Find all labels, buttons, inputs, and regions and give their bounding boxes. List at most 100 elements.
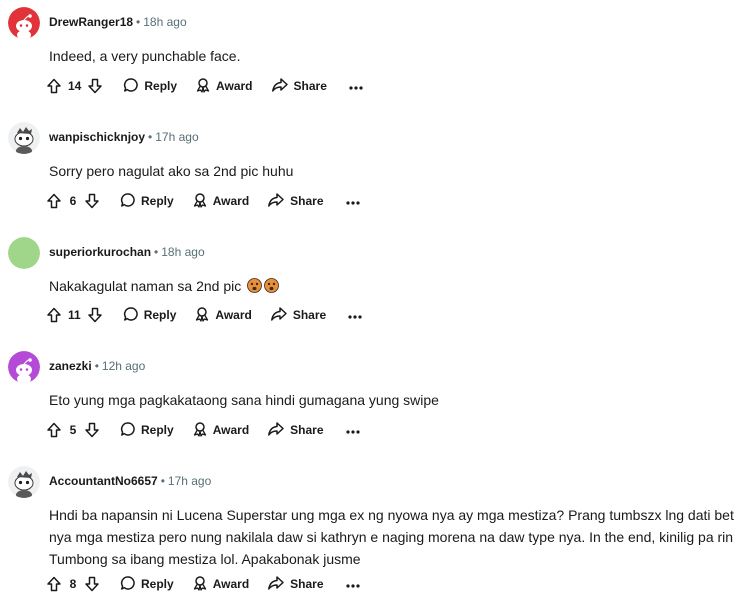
comment-text: Nakakagulat naman sa 2nd pic: [49, 278, 242, 294]
username[interactable]: zanezki: [49, 359, 92, 373]
upvote-arrow-icon[interactable]: [44, 305, 64, 325]
vote-count: 8: [69, 577, 77, 591]
award-button[interactable]: Award: [192, 192, 249, 211]
vote-group: 6: [44, 191, 102, 211]
share-label: Share: [290, 194, 324, 208]
upvote-arrow-icon[interactable]: [44, 76, 64, 96]
award-icon: [195, 77, 211, 96]
award-icon: [192, 192, 208, 211]
comment-body: Eto yung mga pagkakataong sana hindi gum…: [49, 389, 739, 411]
avatar[interactable]: [8, 351, 40, 383]
upvote-arrow-icon[interactable]: [44, 191, 64, 211]
comment-text-line: nya mga mestiza pero nung nakilala daw s…: [49, 529, 734, 545]
avatar[interactable]: [8, 237, 40, 269]
reply-button[interactable]: Reply: [120, 192, 174, 211]
upvote-arrow-icon[interactable]: [44, 574, 64, 594]
award-icon: [192, 421, 208, 440]
award-icon: [192, 575, 208, 594]
username[interactable]: AccountantNo6657: [49, 474, 158, 488]
avatar[interactable]: [8, 122, 40, 154]
comment-body: Sorry pero nagulat ako sa 2nd pic huhu: [49, 160, 739, 182]
award-icon: [194, 306, 210, 325]
share-arrow-icon: [270, 306, 288, 325]
share-button[interactable]: Share: [267, 575, 324, 594]
reply-button[interactable]: Reply: [123, 77, 177, 96]
more-options-button[interactable]: [345, 423, 360, 437]
timestamp[interactable]: 18h ago: [161, 245, 204, 259]
separator: •: [94, 359, 99, 373]
avatar[interactable]: [8, 7, 40, 39]
more-options-button[interactable]: [345, 577, 360, 591]
upvote-arrow-icon[interactable]: [44, 420, 64, 440]
more-options-button[interactable]: [349, 79, 363, 93]
vote-group: 8: [44, 574, 102, 594]
more-options-button[interactable]: [345, 194, 360, 208]
share-label: Share: [290, 577, 324, 591]
username[interactable]: wanpischicknjoy: [49, 130, 145, 144]
ellipsis-icon: [348, 308, 362, 322]
downvote-arrow-icon[interactable]: [85, 76, 105, 96]
ellipsis-icon: [345, 423, 360, 437]
share-button[interactable]: Share: [270, 306, 326, 325]
comment-meta: superiorkurochan • 18h ago: [49, 244, 205, 260]
share-button[interactable]: Share: [267, 421, 324, 440]
reply-label: Reply: [143, 308, 177, 322]
timestamp[interactable]: 12h ago: [102, 359, 145, 373]
purple-snoo-avatar-icon: [8, 351, 40, 383]
reply-label: Reply: [141, 423, 174, 437]
share-label: Share: [293, 79, 327, 93]
reply-label: Reply: [141, 194, 174, 208]
speech-bubble-icon: [123, 306, 139, 325]
green-circle-avatar-icon: [8, 237, 40, 269]
action-bar: 8 Reply Award Share: [44, 572, 360, 596]
downvote-arrow-icon[interactable]: [82, 574, 102, 594]
reply-button[interactable]: Reply: [123, 306, 177, 325]
username[interactable]: DrewRanger18: [49, 15, 133, 29]
timestamp[interactable]: 17h ago: [168, 474, 211, 488]
award-button[interactable]: Award: [192, 421, 249, 440]
reply-button[interactable]: Reply: [120, 575, 174, 594]
downvote-arrow-icon[interactable]: [82, 191, 102, 211]
award-button[interactable]: Award: [195, 77, 253, 96]
vote-count: 14: [68, 79, 82, 93]
scared-face-emoji-icon: [247, 277, 263, 293]
award-label: Award: [216, 79, 253, 93]
more-options-button[interactable]: [348, 308, 362, 322]
avatar[interactable]: [8, 466, 40, 498]
separator: •: [136, 15, 141, 29]
action-bar: 6 Reply Award Share: [44, 189, 360, 213]
action-bar: 14 Reply Award Share: [44, 74, 363, 98]
downvote-arrow-icon[interactable]: [82, 420, 102, 440]
award-button[interactable]: Award: [194, 306, 252, 325]
share-button[interactable]: Share: [267, 192, 324, 211]
vote-count: 11: [68, 308, 81, 322]
award-label: Award: [212, 423, 250, 437]
reply-label: Reply: [141, 577, 174, 591]
ellipsis-icon: [345, 194, 360, 208]
downvote-arrow-icon[interactable]: [85, 305, 105, 325]
award-label: Award: [212, 194, 250, 208]
comment-body: Indeed, a very punchable face.: [49, 45, 739, 67]
comment-meta: DrewRanger18 • 18h ago: [49, 14, 187, 30]
reply-button[interactable]: Reply: [120, 421, 174, 440]
vote-group: 5: [44, 420, 102, 440]
vote-count: 6: [69, 194, 77, 208]
share-button[interactable]: Share: [271, 77, 327, 96]
username[interactable]: superiorkurochan: [49, 245, 151, 259]
action-bar: 11 Reply Award Share: [44, 303, 362, 327]
ellipsis-icon: [345, 577, 360, 591]
comment-body: Hndi ba napansin ni Lucena Superstar ung…: [49, 504, 739, 570]
timestamp[interactable]: 18h ago: [143, 15, 186, 29]
comment-text-line: Tumbong sa ibang mestiza lol. Apakabonak…: [49, 551, 361, 567]
comment-text: Eto yung mga pagkakataong sana hindi gum…: [49, 392, 439, 408]
speech-bubble-icon: [120, 192, 136, 211]
separator: •: [154, 245, 159, 259]
vote-count: 5: [69, 423, 77, 437]
speech-bubble-icon: [123, 77, 139, 96]
separator: •: [160, 474, 165, 488]
vote-group: 11: [44, 305, 105, 325]
award-button[interactable]: Award: [192, 575, 249, 594]
award-label: Award: [212, 577, 250, 591]
comment-body: Nakakagulat naman sa 2nd pic: [49, 275, 739, 297]
timestamp[interactable]: 17h ago: [155, 130, 198, 144]
